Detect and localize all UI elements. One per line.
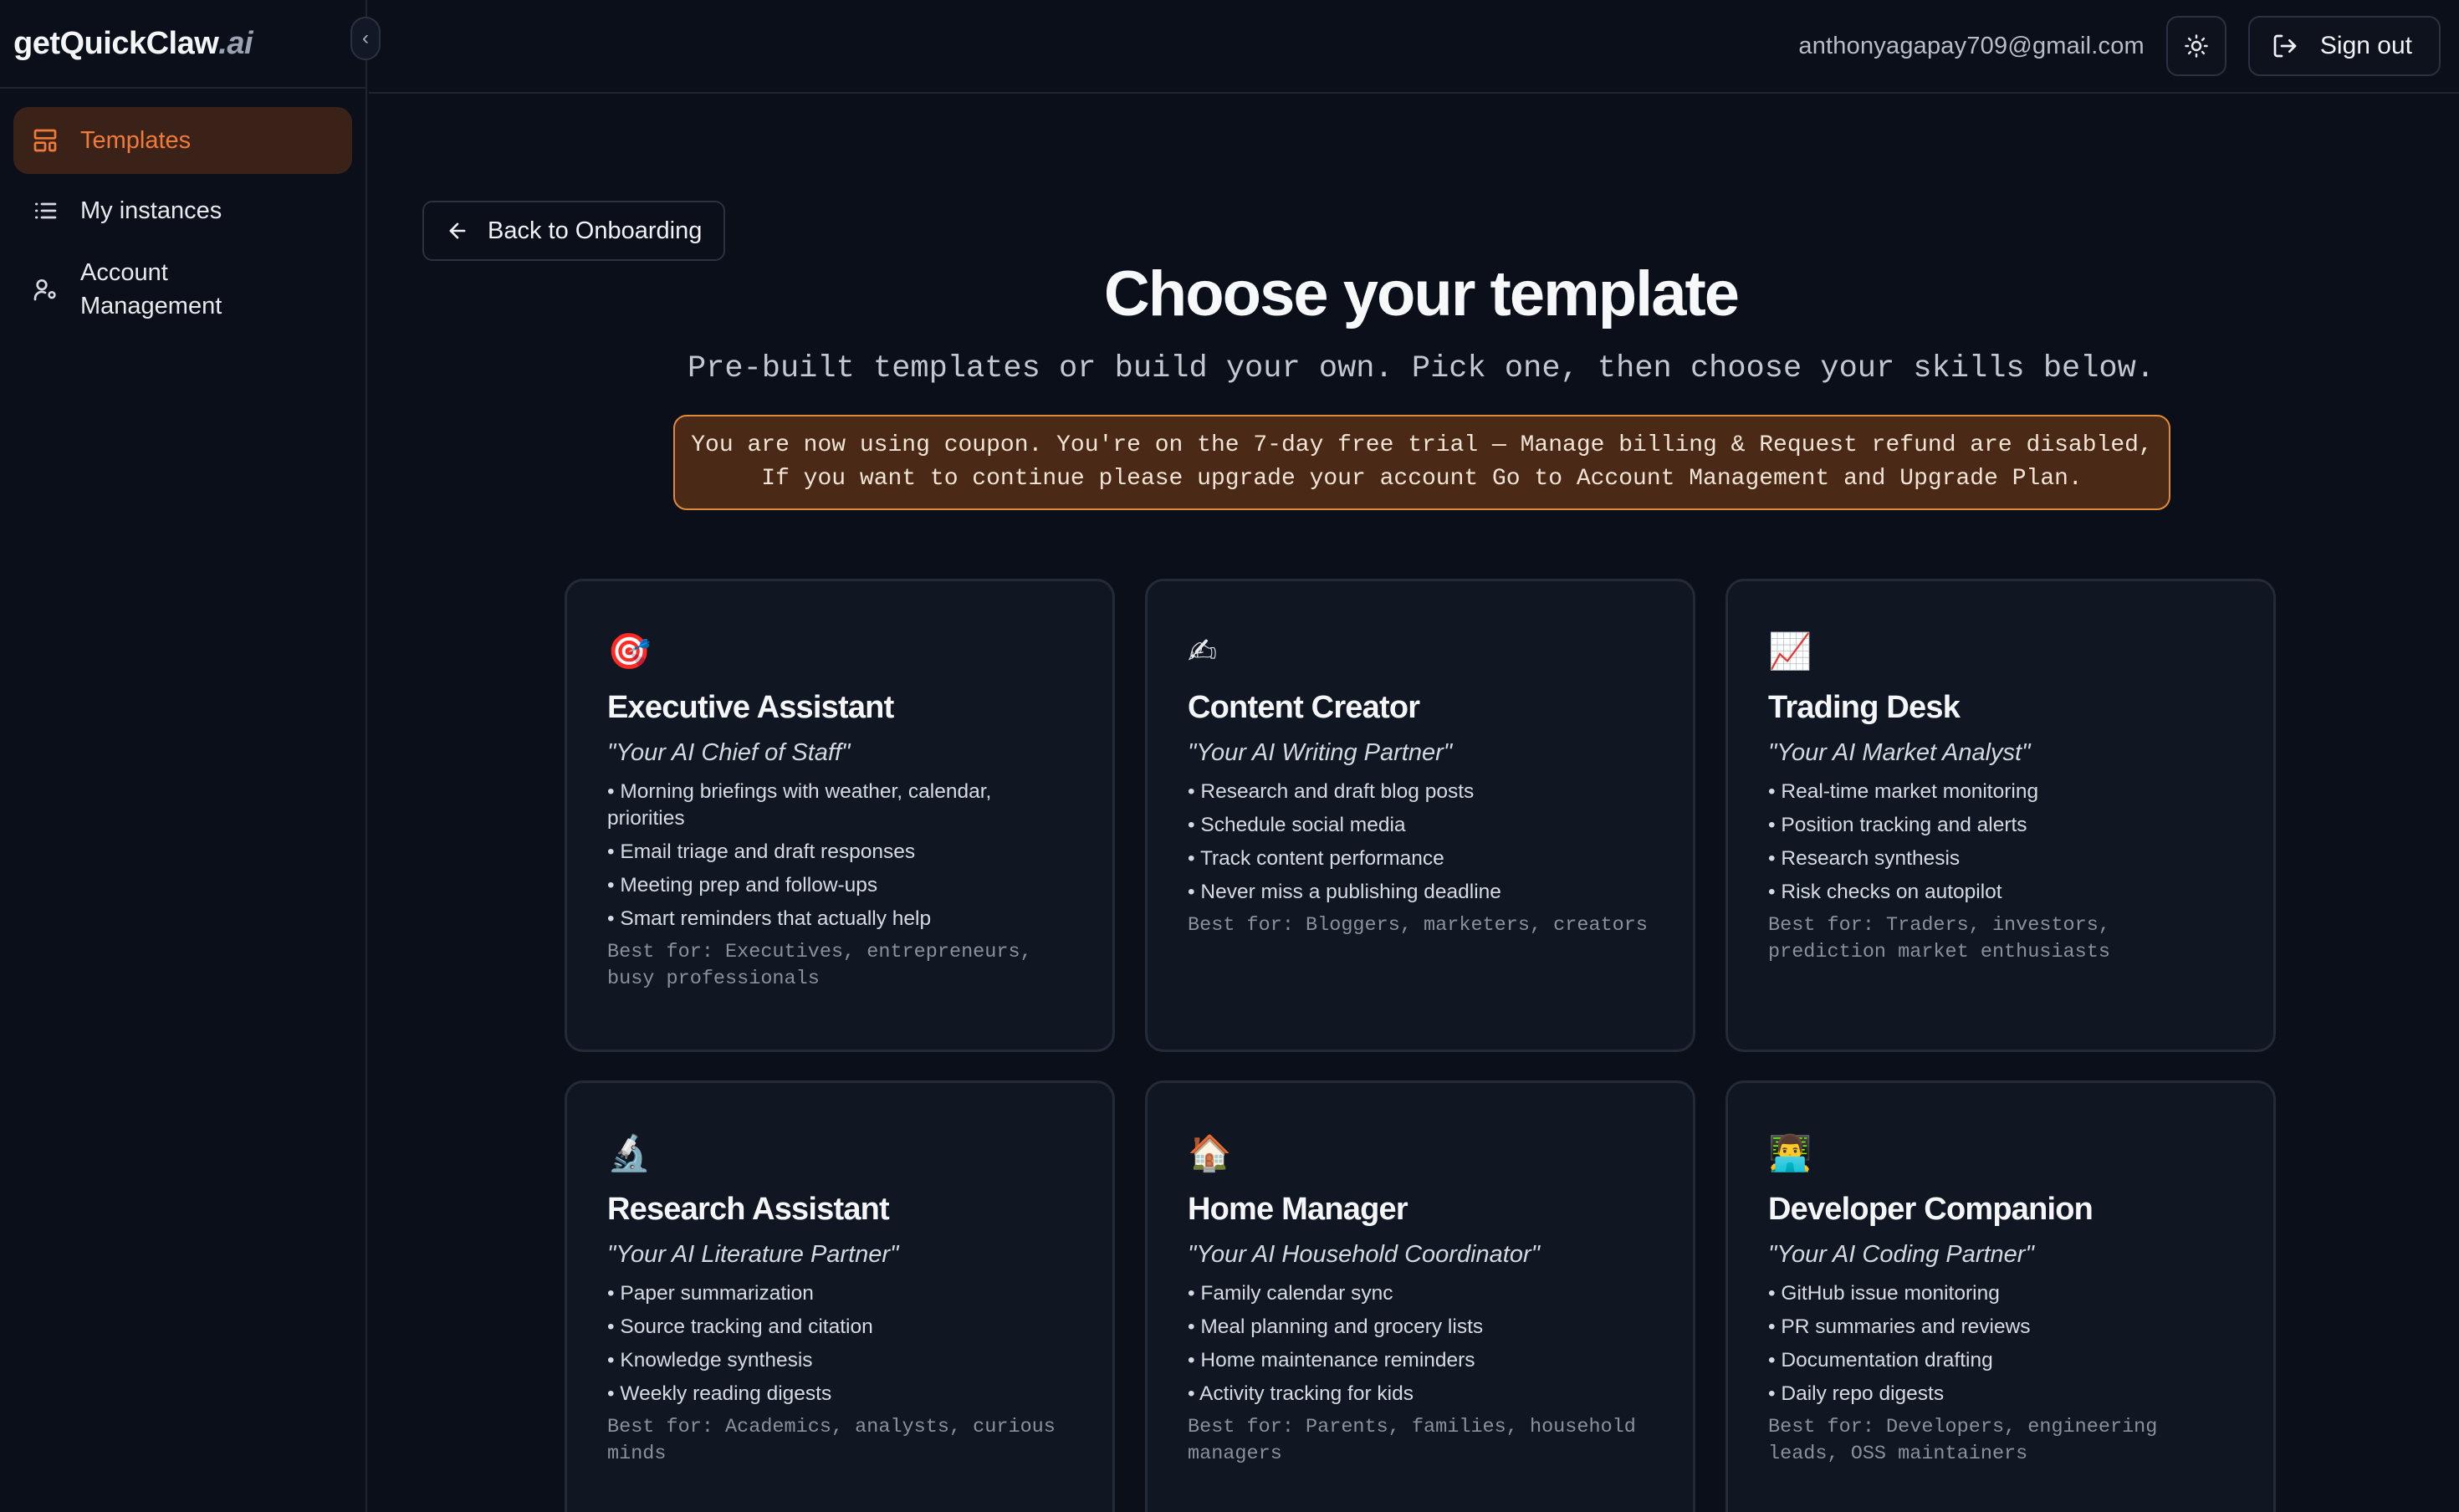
template-grid: 🎯 Executive Assistant "Your AI Chief of … [565, 579, 2276, 1512]
list-item: • Schedule social media [1188, 814, 1406, 836]
microscope-icon: 🔬 [607, 1132, 652, 1173]
list-item: • PR summaries and reviews [1768, 1315, 2031, 1338]
card-tagline: "Your AI Chief of Staff" [607, 739, 851, 766]
card-tagline: "Your AI Market Analyst" [1768, 739, 2031, 766]
sidebar-item-label: My instances [80, 197, 222, 224]
app-root: getQuickClaw.ai ‹ Templates My instances [0, 0, 2459, 1512]
writing-hand-icon: ✍ [1188, 631, 1218, 672]
card-best-for: Best for: Parents, families, household m… [1188, 1416, 1636, 1465]
sign-out-button[interactable]: Sign out [2247, 16, 2441, 76]
sidebar-item-templates[interactable]: Templates [13, 107, 352, 174]
card-best-for: Best for: Developers, engineering leads,… [1768, 1416, 2158, 1465]
card-best-for: Best for: Traders, investors, prediction… [1768, 914, 2110, 963]
card-tagline: "Your AI Household Coordinator" [1188, 1241, 1540, 1268]
list-item: • Family calendar sync [1188, 1282, 1393, 1305]
sidebar-item-label: Account Management [80, 259, 222, 319]
page-title: Choose your template [1103, 258, 1740, 329]
sidebar-nav: Templates My instances Account Managemen… [0, 89, 366, 353]
card-best-for: Best for: Academics, analysts, curious m… [607, 1416, 1056, 1465]
page-subtitle: Pre-built templates or build your own. P… [687, 351, 2155, 386]
list-item: • Research and draft blog posts [1188, 780, 1475, 803]
card-tagline: "Your AI Writing Partner" [1188, 739, 1453, 766]
layout-template-icon [33, 129, 57, 152]
card-best-for: Best for: Executives, entrepreneurs, bus… [607, 941, 1032, 990]
list-item: • Research synthesis [1768, 847, 1961, 870]
sign-out-label: Sign out [2319, 32, 2412, 59]
card-title: Executive Assistant [607, 690, 894, 725]
list-item: • Track content performance [1188, 847, 1444, 870]
list-item: • Email triage and draft responses [607, 840, 916, 863]
sidebar-item-account-management[interactable]: Account Management [13, 248, 352, 331]
sidebar-item-my-instances[interactable]: My instances [13, 177, 352, 244]
template-card-content-creator[interactable]: ✍ Content Creator "Your AI Writing Partn… [1145, 579, 1695, 1052]
template-card-research-assistant[interactable]: 🔬 Research Assistant "Your AI Literature… [565, 1080, 1115, 1512]
card-feature-list: • GitHub issue monitoring • PR summaries… [1768, 1280, 2233, 1407]
card-tagline: "Your AI Literature Partner" [607, 1241, 899, 1268]
log-out-icon [2273, 34, 2297, 58]
list-item: • Activity tracking for kids [1188, 1382, 1414, 1405]
coupon-line: You are now using coupon. You're on the … [691, 432, 2153, 458]
coupon-notice: You are now using coupon. You're on the … [673, 415, 2170, 510]
list-item: • Smart reminders that actually help [607, 907, 932, 930]
list-item: • Morning briefings with weather, calend… [607, 780, 992, 830]
card-feature-list: • Research and draft blog posts • Schedu… [1188, 779, 1653, 906]
theme-toggle-button[interactable] [2165, 16, 2226, 76]
card-best-for: Best for: Bloggers, marketers, creators [1188, 914, 1648, 937]
card-title: Developer Companion [1768, 1192, 2093, 1227]
house-icon: 🏠 [1188, 1132, 1232, 1173]
chart-increasing-icon: 📈 [1768, 631, 1812, 672]
coupon-line: If you want to continue please upgrade y… [761, 466, 2083, 492]
template-card-home-manager[interactable]: 🏠 Home Manager "Your AI Household Coordi… [1145, 1080, 1695, 1512]
technologist-icon: 👨‍💻 [1768, 1132, 1812, 1173]
sidebar-item-label: Templates [80, 127, 192, 154]
brand-name: getQuickClaw [13, 25, 219, 61]
card-title: Home Manager [1188, 1192, 1408, 1227]
list-item: • Never miss a publishing deadline [1188, 881, 1501, 903]
back-label: Back to Onboarding [488, 217, 703, 244]
target-icon: 🎯 [607, 631, 652, 672]
list-item: • Knowledge synthesis [607, 1349, 813, 1372]
brand-logo[interactable]: getQuickClaw.ai [13, 26, 253, 62]
brand-row: getQuickClaw.ai ‹ [0, 0, 381, 89]
card-title: Content Creator [1188, 690, 1420, 725]
template-card-executive-assistant[interactable]: 🎯 Executive Assistant "Your AI Chief of … [565, 579, 1115, 1052]
chevron-left-icon: ‹ [362, 27, 369, 49]
list-icon [35, 202, 57, 219]
card-feature-list: • Family calendar sync • Meal planning a… [1188, 1280, 1653, 1407]
template-card-trading-desk[interactable]: 📈 Trading Desk "Your AI Market Analyst" … [1725, 579, 2276, 1052]
card-feature-list: • Paper summarization • Source tracking … [607, 1280, 1072, 1407]
card-title: Research Assistant [607, 1192, 890, 1227]
list-item: • GitHub issue monitoring [1768, 1282, 2000, 1305]
list-item: • Position tracking and alerts [1768, 814, 2027, 836]
list-item: • Paper summarization [607, 1282, 814, 1305]
list-item: • Meal planning and grocery lists [1188, 1315, 1484, 1338]
list-item: • Documentation drafting [1768, 1349, 1993, 1372]
card-tagline: "Your AI Coding Partner" [1768, 1241, 2034, 1268]
card-title: Trading Desk [1768, 690, 1961, 725]
main-content: Back to Onboarding Choose your template … [369, 94, 2459, 1512]
list-item: • Weekly reading digests [607, 1382, 832, 1405]
user-cog-icon [33, 279, 56, 301]
back-to-onboarding-button[interactable]: Back to Onboarding [422, 201, 726, 261]
template-card-developer-companion[interactable]: 👨‍💻 Developer Companion "Your AI Coding … [1725, 1080, 2276, 1512]
top-header: anthonyagapay709@gmail.com Sign out [369, 0, 2459, 94]
card-feature-list: • Morning briefings with weather, calend… [607, 779, 1072, 932]
arrow-left-icon [449, 222, 466, 239]
list-item: • Meeting prep and follow-ups [607, 874, 878, 896]
list-item: • Daily repo digests [1768, 1382, 1945, 1405]
sun-icon [2185, 34, 2208, 58]
list-item: • Home maintenance reminders [1188, 1349, 1475, 1372]
list-item: • Source tracking and citation [607, 1315, 873, 1338]
sidebar: getQuickClaw.ai ‹ Templates My instances [0, 0, 381, 1512]
brand-suffix: .ai [218, 25, 253, 61]
card-feature-list: • Real-time market monitoring • Position… [1768, 779, 2233, 906]
user-email: anthonyagapay709@gmail.com [1798, 32, 2145, 59]
list-item: • Risk checks on autopilot [1768, 881, 2002, 903]
list-item: • Real-time market monitoring [1768, 780, 2039, 803]
